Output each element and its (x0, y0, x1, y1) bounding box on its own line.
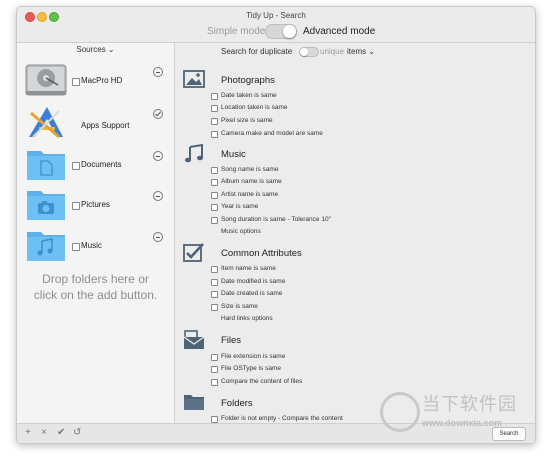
option-label: Song duration is same - Tolerance 10" (221, 216, 331, 223)
option-label: Song name is same (221, 166, 279, 173)
hard-drive-icon (25, 64, 67, 96)
option-checkbox[interactable] (211, 118, 218, 125)
source-item-apps-support[interactable]: Apps Support (17, 103, 174, 143)
folder-icon (184, 395, 204, 410)
drop-folders-hint: Drop folders here or click on the add bu… (17, 271, 174, 303)
remove-source-icon[interactable] (153, 151, 163, 161)
files-icon (183, 330, 205, 349)
source-label: Music (81, 241, 102, 250)
option-label: Album name is same (221, 178, 282, 185)
source-item-macpro-hd[interactable]: MacPro HD (17, 61, 174, 101)
section-title-folders: Folders (221, 398, 253, 409)
option-checkbox[interactable] (211, 379, 218, 386)
remove-source-icon[interactable] (153, 191, 163, 201)
revert-icon[interactable]: ↺ (73, 427, 81, 438)
source-item-documents[interactable]: Documents (17, 145, 174, 185)
unique-label: unique (320, 47, 345, 56)
option-label: Date taken is same (221, 92, 277, 99)
option-label: Size is same (221, 303, 258, 310)
source-checkbox[interactable] (72, 202, 80, 210)
music-folder-icon (27, 232, 65, 261)
option-checkbox[interactable] (211, 291, 218, 298)
source-checkbox[interactable] (72, 78, 80, 86)
source-item-pictures[interactable]: Pictures (17, 185, 174, 225)
source-checkbox[interactable] (72, 243, 80, 251)
option-label: Item name is same (221, 265, 276, 272)
option-label: Folder is not empty - Compare the conten… (221, 415, 343, 422)
mode-toggle-knob (283, 25, 296, 38)
option-checkbox[interactable] (211, 93, 218, 100)
option-checkbox[interactable] (211, 266, 218, 273)
option-checkbox[interactable] (211, 167, 218, 174)
app-window: Tidy Up - Search Simple mode Advanced mo… (16, 6, 536, 444)
section-title-music: Music (221, 149, 246, 160)
music-note-icon (185, 143, 203, 163)
pictures-folder-icon (27, 191, 65, 220)
source-item-music[interactable]: Music (17, 226, 174, 266)
option-checkbox[interactable] (211, 354, 218, 361)
drop-hint-line: click on the add button. (33, 288, 158, 302)
section-title-photographs: Photographs (221, 75, 275, 86)
option-label: Location taken is same (221, 104, 288, 111)
source-label: Pictures (81, 200, 110, 209)
remove-source-icon[interactable] (153, 67, 163, 77)
section-title-common-attributes: Common Attributes (221, 248, 302, 259)
option-checkbox[interactable] (211, 192, 218, 199)
sources-sidebar: Sources ⌄ MacPro HD Apps Support Documen… (17, 43, 175, 423)
remove-source-icon[interactable] (153, 232, 163, 242)
option-checkbox[interactable] (211, 279, 218, 286)
title-bar: Tidy Up - Search Simple mode Advanced mo… (17, 7, 535, 43)
source-label: Apps Support (81, 121, 130, 130)
simple-mode-label[interactable]: Simple mode (207, 26, 265, 37)
option-checkbox[interactable] (211, 217, 218, 224)
option-label: Pixel size is same (221, 117, 273, 124)
window-title: Tidy Up - Search (246, 11, 306, 20)
option-checkbox[interactable] (211, 304, 218, 311)
option-label: Artist name is same (221, 191, 279, 198)
hard-links-options-link[interactable]: Hard links options (221, 315, 273, 322)
source-label: MacPro HD (81, 76, 123, 85)
watermark-text: 当下软件园 (422, 394, 517, 414)
check-all-icon[interactable]: ✔ (57, 427, 65, 438)
documents-folder-icon (27, 151, 65, 180)
drop-hint-line: Drop folders here or (42, 272, 149, 286)
option-label: File extension is same (221, 353, 286, 360)
photograph-icon (183, 70, 205, 88)
checkmark-circle-icon[interactable] (153, 109, 163, 119)
option-checkbox[interactable] (211, 416, 218, 423)
watermark: 当下软件园 www.downxia.com (370, 388, 550, 448)
remove-source-button[interactable]: × (41, 427, 47, 438)
apps-support-icon (29, 107, 63, 139)
option-label: Compare the content of files (221, 378, 303, 385)
option-checkbox[interactable] (211, 204, 218, 211)
search-criteria-panel: Search for duplicate unique items ⌄ Phot… (175, 43, 535, 423)
watermark-url: www.downxia.com (422, 418, 503, 428)
mode-toggle[interactable] (265, 24, 297, 39)
unique-toggle[interactable] (299, 47, 319, 57)
add-source-icon[interactable]: + (25, 427, 31, 438)
option-label: Camera make and model are same (221, 130, 323, 137)
option-checkbox[interactable] (211, 105, 218, 112)
items-dropdown[interactable]: items ⌄ (347, 47, 375, 56)
source-label: Documents (81, 160, 122, 169)
unique-toggle-knob (300, 48, 308, 56)
music-options-link[interactable]: Music options (221, 228, 261, 235)
advanced-mode-label[interactable]: Advanced mode (303, 26, 375, 37)
option-label: File OSType is same (221, 365, 281, 372)
option-checkbox[interactable] (211, 366, 218, 373)
option-checkbox[interactable] (211, 179, 218, 186)
section-title-files: Files (221, 335, 242, 346)
option-label: Date modified is same (221, 278, 286, 285)
option-label: Date created is same (221, 290, 283, 297)
option-checkbox[interactable] (211, 131, 218, 138)
checkbox-checked-icon (183, 243, 204, 262)
option-label: Year is same (221, 203, 259, 210)
sources-menu[interactable]: Sources ⌄ (17, 45, 174, 54)
source-checkbox[interactable] (72, 162, 80, 170)
search-for-label: Search for duplicate (221, 47, 293, 56)
watermark-logo-icon (380, 392, 420, 432)
